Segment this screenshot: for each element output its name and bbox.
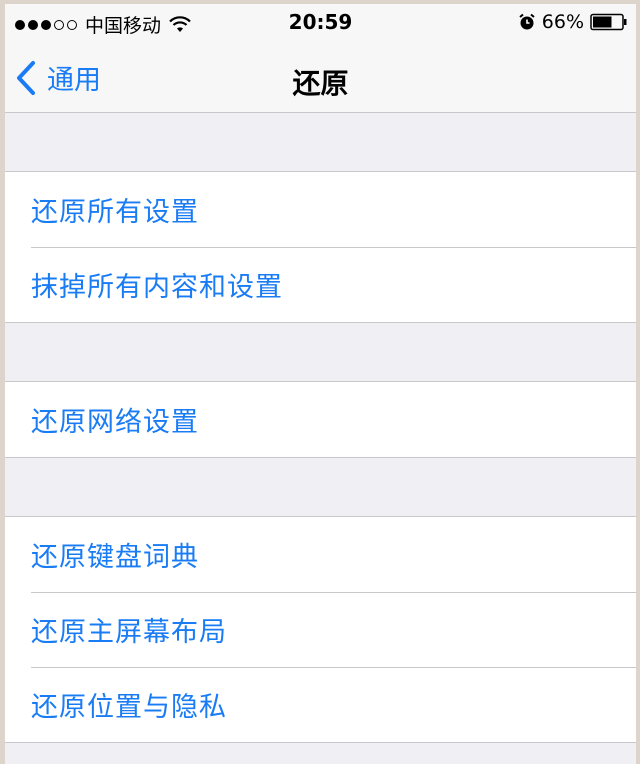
cell-label: 还原网络设置 [31,407,199,438]
reset-all-settings-button[interactable]: 还原所有设置 [5,172,636,247]
erase-all-content-button[interactable]: 抹掉所有内容和设置 [5,247,636,322]
cell-label: 还原主屏幕布局 [31,617,227,648]
alarm-icon [519,13,535,30]
battery-icon [590,13,627,31]
status-bar: 中国移动 20:59 66% [5,4,636,40]
cell-label: 抹掉所有内容和设置 [31,272,283,303]
status-right: 66% [518,11,628,33]
cell-label: 还原位置与隐私 [31,692,227,723]
cell-label: 还原键盘词典 [31,542,199,573]
battery-percent: 66% [541,11,584,33]
navigation-bar: 通用 还原 [5,40,636,113]
cell-label: 还原所有设置 [31,197,199,228]
screen: 中国移动 20:59 66% 通用 还原 还原所有设置 抹掉所有内容和设置 还原… [5,4,636,764]
reset-network-settings-button[interactable]: 还原网络设置 [5,382,636,457]
reset-keyboard-dictionary-button[interactable]: 还原键盘词典 [5,517,636,592]
page-title: 还原 [292,67,349,100]
reset-home-screen-layout-button[interactable]: 还原主屏幕布局 [5,592,636,667]
reset-location-privacy-button[interactable]: 还原位置与隐私 [5,667,636,742]
settings-group-other: 还原键盘词典 还原主屏幕布局 还原位置与隐私 [5,516,636,743]
settings-group-network: 还原网络设置 [5,381,636,458]
settings-group-reset-all: 还原所有设置 抹掉所有内容和设置 [5,171,636,323]
